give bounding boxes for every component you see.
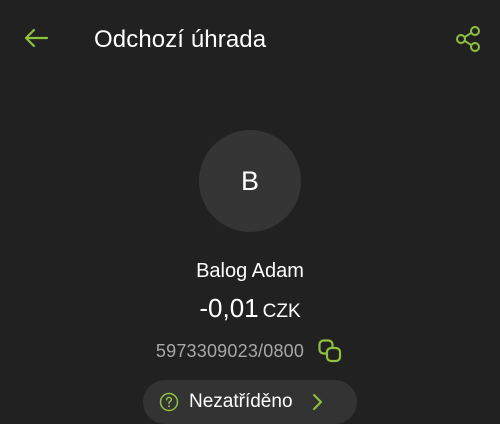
share-icon <box>456 26 480 52</box>
avatar: B <box>199 130 301 232</box>
arrow-left-icon <box>24 28 49 48</box>
account-number: 5973309023/0800 <box>155 341 305 361</box>
question-circle-icon <box>159 392 179 412</box>
counterparty-name: Balog Adam <box>196 260 304 282</box>
category-chip[interactable]: Nezatříděno <box>143 380 357 424</box>
copy-account-button[interactable] <box>316 337 344 365</box>
category-label: Nezatříděno <box>189 391 293 412</box>
share-button[interactable] <box>451 22 485 56</box>
back-button[interactable] <box>20 22 52 54</box>
account-row: 5973309023/0800 <box>0 337 500 365</box>
avatar-initial: B <box>240 165 259 196</box>
amount-value: -0,01 <box>199 293 259 323</box>
copy-icon <box>318 339 342 363</box>
amount-currency: CZK <box>262 301 301 322</box>
amount-row: -0,01 CZK <box>0 292 500 329</box>
top-app-bar: Odchozí úhrada <box>0 0 500 78</box>
chevron-right-icon <box>309 392 325 412</box>
page-title: Odchozí úhrada <box>94 26 267 53</box>
